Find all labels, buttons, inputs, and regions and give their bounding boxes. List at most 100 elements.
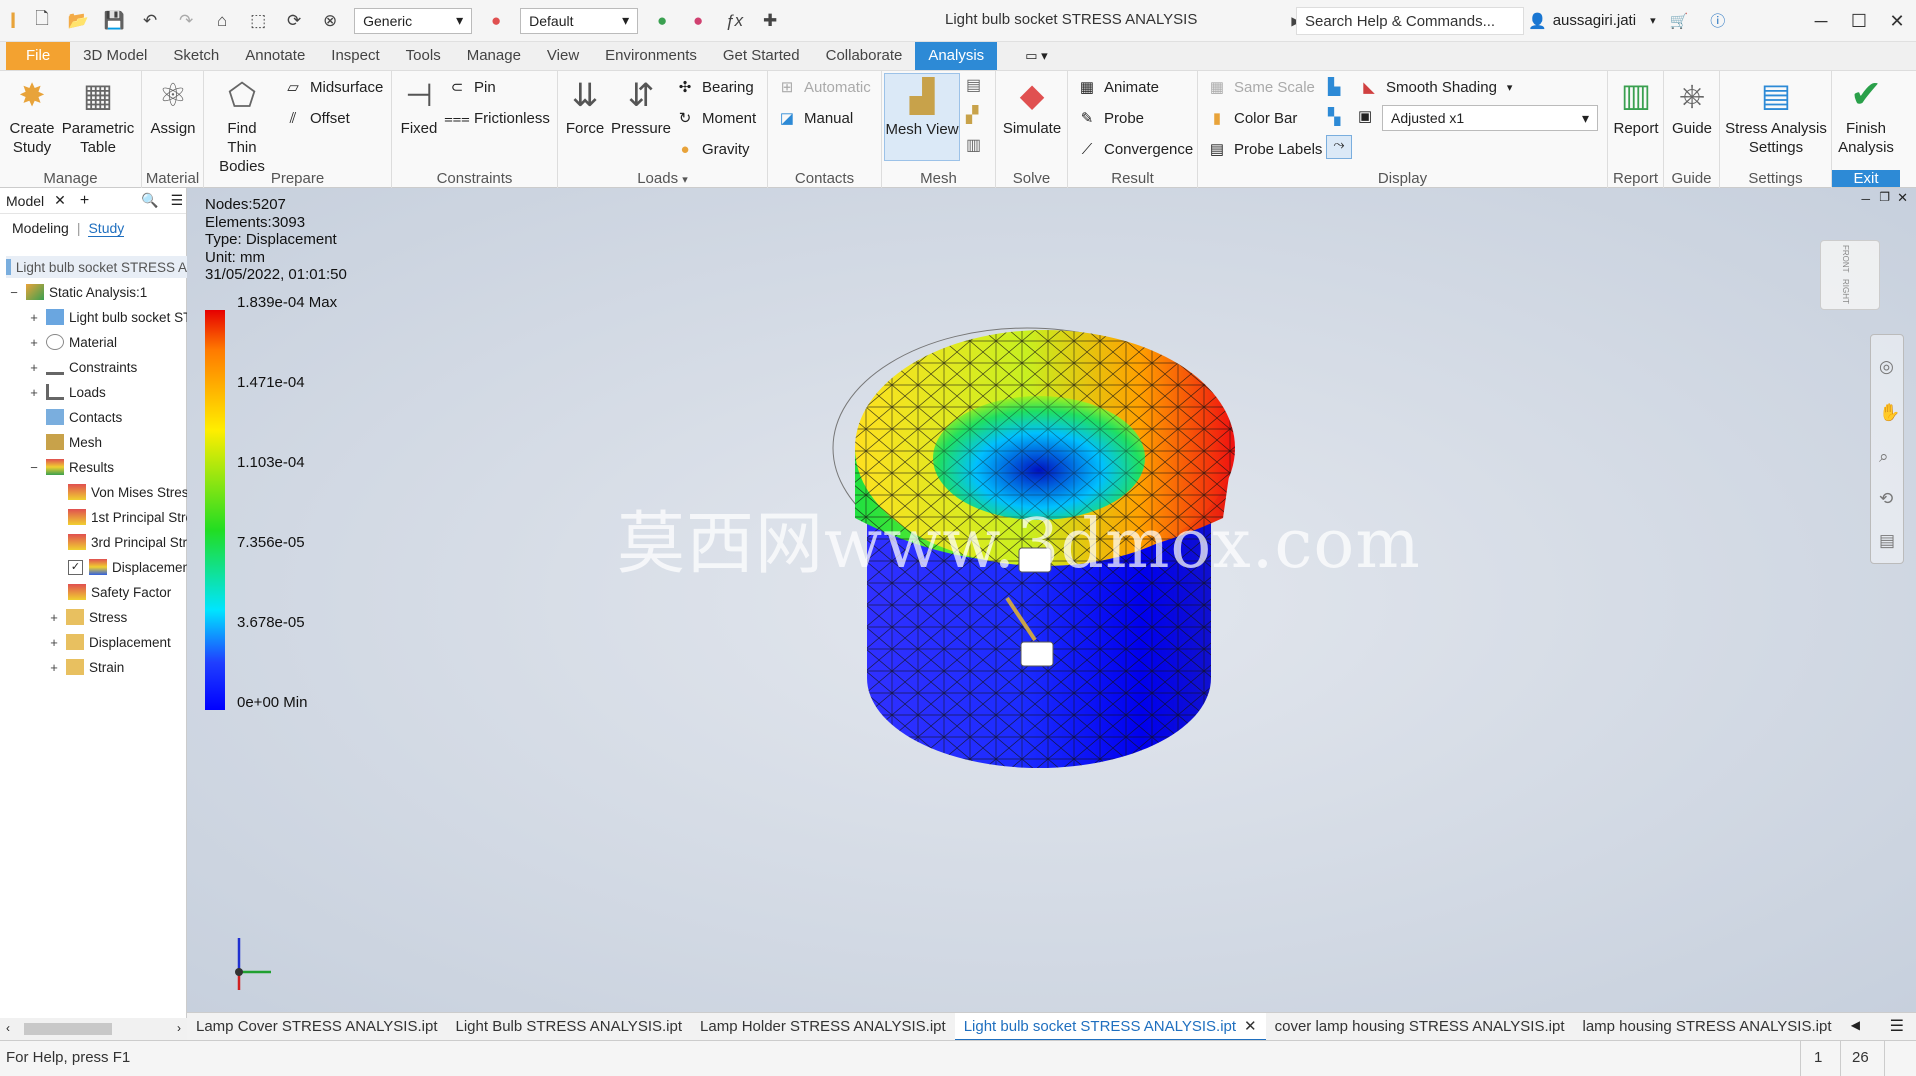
doc-tab[interactable]: Lamp Holder STRESS ANALYSIS.ipt <box>691 1013 955 1041</box>
find-thin-bodies-button[interactable]: ⬠ Find Thin Bodies <box>212 73 272 176</box>
create-study-button[interactable]: ✸ Create Study <box>4 73 60 157</box>
panel-label-loads[interactable]: Loads ▾ <box>558 170 767 187</box>
viewport-minimize-icon[interactable]: ─ <box>1861 192 1870 206</box>
home-icon[interactable]: ⌂ <box>210 9 234 33</box>
appearance-select[interactable]: Default ▾ <box>520 7 639 34</box>
displacement-scale-select[interactable]: Adjusted x1 ▾ <box>1382 105 1598 131</box>
tree-item-results[interactable]: − Results <box>28 456 114 478</box>
checkbox-checked-icon[interactable]: ✓ <box>68 559 83 575</box>
pin-button[interactable]: ⊂ Pin <box>446 75 496 99</box>
probe-labels-button[interactable]: ▤ Probe Labels <box>1206 137 1323 161</box>
search-input[interactable]: Search Help & Commands... <box>1296 7 1524 35</box>
scroll-right-icon[interactable]: › <box>177 1021 181 1035</box>
minimize-icon[interactable]: ─ <box>1802 0 1840 42</box>
report-button[interactable]: ▥ Report <box>1612 73 1660 138</box>
orbit-icon[interactable]: ⟲ <box>1879 489 1893 509</box>
redo-icon[interactable]: ↷ <box>174 9 198 33</box>
undo-icon[interactable]: ↶ <box>138 9 162 33</box>
pan-icon[interactable]: ✋ <box>1879 403 1900 423</box>
animate-button[interactable]: ▦ Animate <box>1076 75 1159 99</box>
pressure-button[interactable]: ⇵ Pressure <box>610 73 672 138</box>
viewport-close-icon[interactable]: ✕ <box>1897 190 1908 206</box>
tab-3d-model[interactable]: 3D Model <box>70 42 160 70</box>
tab-manage[interactable]: Manage <box>454 42 534 70</box>
tab-file[interactable]: File <box>6 42 71 70</box>
menu-icon[interactable]: ☰ <box>171 192 184 209</box>
tab-environments[interactable]: Environments <box>592 42 710 70</box>
expand-icon[interactable]: + <box>28 385 40 400</box>
doc-tab[interactable]: cover lamp housing STRESS ANALYSIS.ipt <box>1266 1013 1574 1041</box>
simulate-button[interactable]: ◆ Simulate <box>1000 73 1064 138</box>
close-icon[interactable]: ✕ <box>1878 0 1916 42</box>
view-cube[interactable]: FRONT RIGHT <box>1820 240 1880 310</box>
expand-icon[interactable]: + <box>28 335 40 350</box>
expand-icon[interactable]: + <box>48 635 60 650</box>
assign-button[interactable]: ⚛ Assign <box>148 73 198 138</box>
stress-analysis-settings-button[interactable]: ▤ Stress Analysis Settings <box>1724 73 1828 157</box>
boundary-conditions-icon[interactable]: ▚ <box>1328 107 1340 127</box>
horizontal-scrollbar[interactable]: ‹ › <box>0 1018 187 1040</box>
tab-analysis[interactable]: Analysis <box>915 42 998 70</box>
maximize-icon[interactable]: ☐ <box>1840 0 1878 42</box>
finish-analysis-button[interactable]: ✔ Finish Analysis <box>1834 73 1898 157</box>
tab-view[interactable]: View <box>534 42 592 70</box>
mesh-settings-icon[interactable]: ▤ <box>966 75 981 95</box>
color-override-icon[interactable]: ● <box>650 9 674 33</box>
appearance-icon[interactable]: ● <box>484 9 508 33</box>
tree-item-material[interactable]: + Material <box>28 331 117 353</box>
tree-item-strain-folder[interactable]: + Strain <box>48 656 124 678</box>
tree-item-stress-folder[interactable]: + Stress <box>48 606 127 628</box>
tree-item-static-analysis[interactable]: − Static Analysis:1 <box>8 281 147 303</box>
viewcube-front[interactable]: FRONT <box>1841 245 1850 273</box>
help-icon[interactable]: ⓘ <box>1710 10 1725 31</box>
tab-model[interactable]: Model <box>6 193 44 209</box>
steering-wheel-icon[interactable]: ◎ <box>1879 357 1894 377</box>
close-icon[interactable]: ✕ <box>1244 1018 1257 1035</box>
tree-item-constraints[interactable]: + Constraints <box>28 356 137 378</box>
graphics-viewport[interactable]: Nodes:5207 Elements:3093 Type: Displacem… <box>187 188 1916 1012</box>
cart-icon[interactable]: 🛒 <box>1670 12 1689 30</box>
save-icon[interactable]: 💾 <box>102 9 126 33</box>
search-icon[interactable]: 🔍 <box>141 192 158 209</box>
tree-item-von-mises[interactable]: Von Mises Stress <box>68 481 195 503</box>
fixed-button[interactable]: ⊣ Fixed <box>398 73 440 138</box>
moment-button[interactable]: ↻ Moment <box>674 106 756 130</box>
material-icon[interactable]: ⊗ <box>318 9 342 33</box>
tree-root[interactable]: Light bulb socket STRESS A <box>6 256 187 278</box>
tree-item-3rd-principal[interactable]: 3rd Principal Stre <box>68 531 195 553</box>
displacement-display-icon[interactable]: ⤳ <box>1326 135 1352 159</box>
expand-icon[interactable]: + <box>28 310 40 325</box>
manual-button[interactable]: ◪ Manual <box>776 106 853 130</box>
expand-icon[interactable]: + <box>48 610 60 625</box>
same-scale-button[interactable]: ▦ Same Scale <box>1206 75 1315 99</box>
look-at-icon[interactable]: ▤ <box>1879 531 1895 551</box>
tree-item-loads[interactable]: + Loads <box>28 381 106 403</box>
tree-item-1st-principal[interactable]: 1st Principal Stre <box>68 506 193 528</box>
mesh-view-button[interactable]: ▟ Mesh View <box>884 73 960 161</box>
tab-menu-icon[interactable]: ☰ <box>1890 1016 1904 1036</box>
tree-item-safety-factor[interactable]: Safety Factor <box>68 581 171 603</box>
scroll-thumb[interactable] <box>24 1023 112 1035</box>
tab-collaborate[interactable]: Collaborate <box>813 42 916 70</box>
doc-tab[interactable]: lamp housing STRESS ANALYSIS.ipt <box>1573 1013 1840 1041</box>
tab-tools[interactable]: Tools <box>393 42 454 70</box>
automatic-button[interactable]: ⊞ Automatic <box>776 75 871 99</box>
open-file-icon[interactable]: 📂 <box>66 9 90 33</box>
material-select[interactable]: Generic ▾ <box>354 7 473 34</box>
tree-item-displacement-folder[interactable]: + Displacement <box>48 631 171 653</box>
collapse-icon[interactable]: − <box>8 285 20 300</box>
parametric-table-button[interactable]: ▦ Parametric Table <box>60 73 136 157</box>
tab-annotate[interactable]: Annotate <box>232 42 318 70</box>
tab-study[interactable]: Study <box>88 220 125 237</box>
offset-button[interactable]: ⫽ Offset <box>282 106 350 130</box>
tab-list-left-icon[interactable]: ◀ <box>1851 1018 1860 1032</box>
guide-button[interactable]: ⎈ Guide <box>1668 73 1716 138</box>
local-mesh-icon[interactable]: ▞ <box>966 105 978 125</box>
doc-tab[interactable]: Light Bulb STRESS ANALYSIS.ipt <box>447 1013 692 1041</box>
expand-icon[interactable]: + <box>28 360 40 375</box>
app-logo[interactable]: I <box>10 8 16 34</box>
doc-tab-active[interactable]: Light bulb socket STRESS ANALYSIS.ipt ✕ <box>954 1012 1266 1041</box>
fx-icon[interactable]: ƒx <box>722 9 746 33</box>
viewcube-right[interactable]: RIGHT <box>1841 279 1850 304</box>
midsurface-button[interactable]: ▱ Midsurface <box>282 75 383 99</box>
